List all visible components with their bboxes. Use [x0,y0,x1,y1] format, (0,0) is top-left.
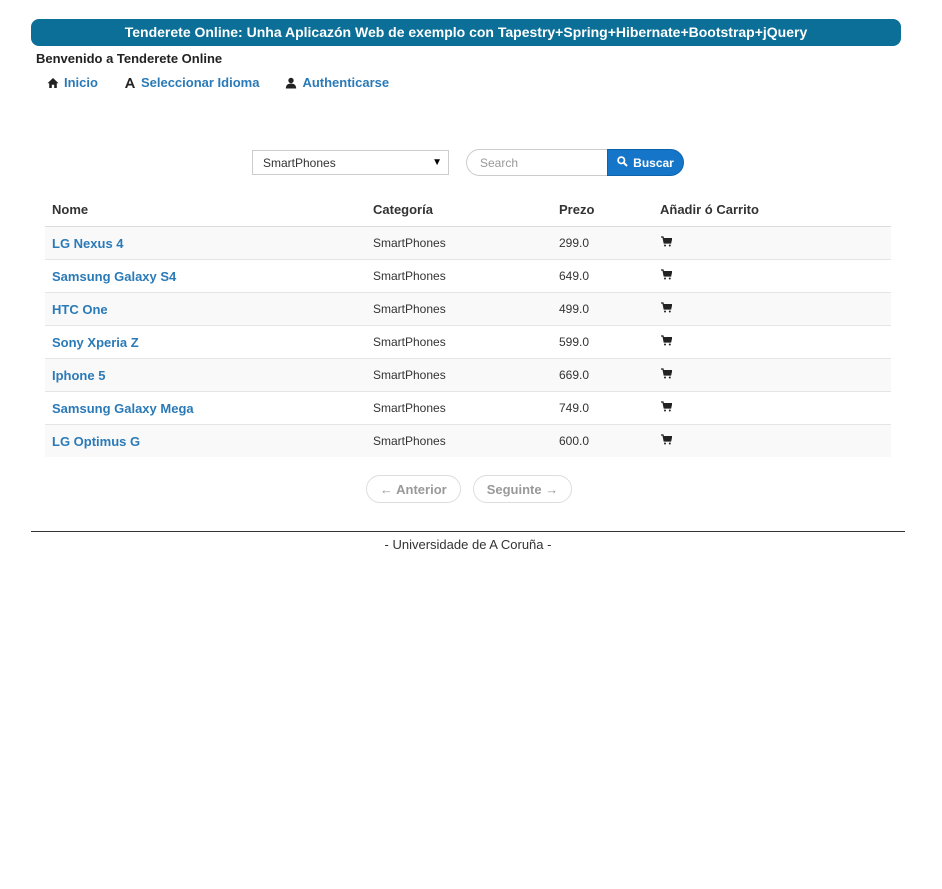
home-icon [47,77,59,89]
table-header-row: Nome Categoría Prezo Añadir ó Carrito [45,193,891,227]
nav-seleccionar-idioma[interactable]: Seleccionar Idioma [124,75,260,90]
product-price: 599.0 [552,325,653,359]
product-category: SmartPhones [366,259,552,293]
product-link[interactable]: HTC One [52,302,108,317]
shopping-cart-icon[interactable] [661,401,673,412]
table-row: Samsung Galaxy S4 SmartPhones 649.0 [45,259,891,293]
search-group: Buscar [466,149,684,176]
search-button-label: Buscar [633,155,674,170]
footer-text: - Universidade de A Coruña - [384,537,552,552]
column-header-name: Nome [45,193,366,227]
product-price: 649.0 [552,259,653,293]
product-price: 669.0 [552,358,653,392]
search-button[interactable]: Buscar [607,149,684,176]
product-link[interactable]: Samsung Galaxy S4 [52,269,176,284]
column-header-category: Categoría [366,193,552,227]
product-category: SmartPhones [366,292,552,326]
product-link[interactable]: Iphone 5 [52,368,105,383]
product-link[interactable]: LG Optimus G [52,434,140,449]
app-banner: Tenderete Online: Unha Aplicazón Web de … [31,19,901,46]
shopping-cart-icon[interactable] [661,335,673,346]
shopping-cart-icon[interactable] [661,368,673,379]
table-row: Iphone 5 SmartPhones 669.0 [45,358,891,392]
pagination: ← Anterior Seguinte → [366,475,573,503]
product-price: 600.0 [552,424,653,457]
table-row: LG Optimus G SmartPhones 600.0 [45,424,891,457]
category-select[interactable]: SmartPhones ▼ [252,150,449,175]
search-input[interactable] [466,149,607,176]
nav-inicio-label: Inicio [64,75,98,90]
product-link[interactable]: Samsung Galaxy Mega [52,401,194,416]
product-category: SmartPhones [366,358,552,392]
main-nav: Inicio Seleccionar Idioma Authenticarse [47,75,389,90]
nav-seleccionar-idioma-label: Seleccionar Idioma [140,75,260,90]
previous-page-button[interactable]: ← Anterior [366,475,461,503]
product-category: SmartPhones [366,391,552,425]
products-table: Nome Categoría Prezo Añadir ó Carrito LG… [45,193,891,457]
product-price: 499.0 [552,292,653,326]
product-category: SmartPhones [366,226,552,260]
table-row: LG Nexus 4 SmartPhones 299.0 [45,226,891,260]
column-header-cart: Añadir ó Carrito [653,193,891,227]
table-row: Sony Xperia Z SmartPhones 599.0 [45,325,891,359]
font-icon [124,77,136,89]
welcome-message: Benvenido a Tenderete Online [36,51,223,66]
next-page-button[interactable]: Seguinte → [472,475,573,503]
search-bar: SmartPhones ▼ Buscar [252,149,684,176]
shopping-cart-icon[interactable] [661,434,673,445]
product-price: 299.0 [552,226,653,260]
user-icon [285,77,297,89]
chevron-down-icon: ▼ [432,157,442,168]
table-row: HTC One SmartPhones 499.0 [45,292,891,326]
shopping-cart-icon[interactable] [661,236,673,247]
column-header-price: Prezo [552,193,653,227]
product-price: 749.0 [552,391,653,425]
nav-authenticarse-label: Authenticarse [302,75,390,90]
table-row: Samsung Galaxy Mega SmartPhones 749.0 [45,391,891,425]
nav-inicio[interactable]: Inicio [47,75,98,90]
category-select-value: SmartPhones [263,155,336,170]
search-icon [617,155,628,170]
shopping-cart-icon[interactable] [661,302,673,313]
shopping-cart-icon[interactable] [661,269,673,280]
product-category: SmartPhones [366,424,552,457]
footer-divider [31,531,905,532]
product-link[interactable]: Sony Xperia Z [52,335,139,350]
product-link[interactable]: LG Nexus 4 [52,236,124,251]
nav-authenticarse[interactable]: Authenticarse [285,75,389,90]
product-category: SmartPhones [366,325,552,359]
